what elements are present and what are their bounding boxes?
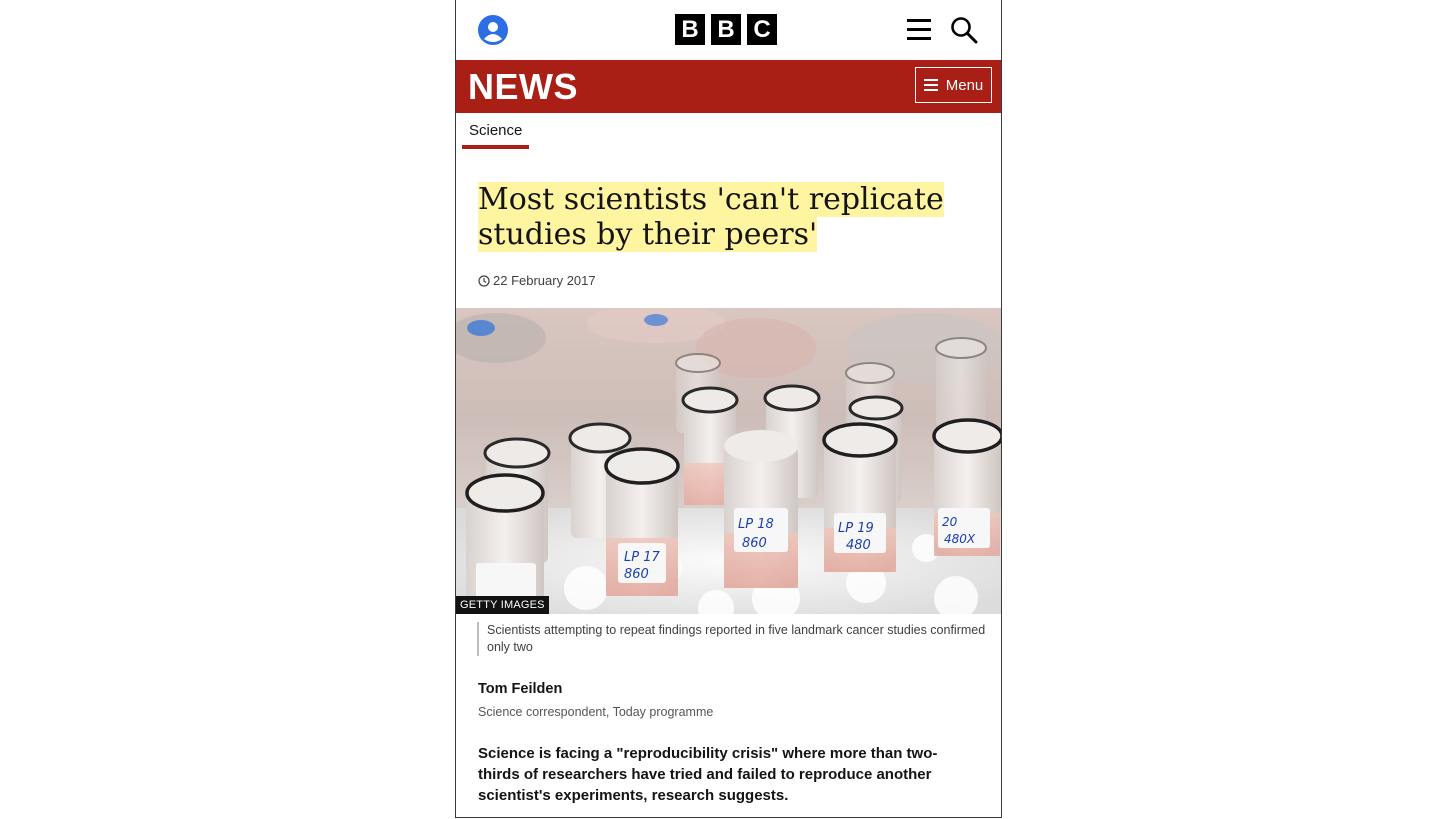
- news-title[interactable]: NEWS: [468, 66, 578, 108]
- search-icon[interactable]: [950, 16, 978, 44]
- section-tab-science[interactable]: Science: [462, 122, 529, 149]
- article-image: LP 17 860 LP 18 860 LP 19 480 20 480X GE…: [456, 308, 1001, 614]
- tube-label: LP 19: [838, 521, 874, 536]
- lab-vials-photo: LP 17 860 LP 18 860 LP 19 480 20 480X: [456, 308, 1001, 614]
- article-headline: Most scientists 'can't replicate studies…: [478, 182, 978, 252]
- menu-label: Menu: [945, 76, 984, 94]
- tube-label: 860: [624, 567, 649, 582]
- tube-label: LP 18: [738, 517, 774, 532]
- menu-button[interactable]: Menu: [915, 67, 992, 103]
- clock-icon: [478, 274, 490, 287]
- bbc-logo[interactable]: B B C: [675, 14, 777, 45]
- image-credit: GETTY IMAGES: [456, 596, 549, 614]
- mobile-page: B B C NEWS Menu Science Most scientists …: [455, 0, 1002, 818]
- article-intro: Science is facing a "reproducibility cri…: [478, 745, 938, 804]
- top-bar: B B C: [456, 0, 1001, 60]
- image-caption: Scientists attempting to repeat findings…: [477, 622, 987, 656]
- hamburger-icon: [923, 76, 938, 94]
- logo-letter: B: [675, 14, 705, 45]
- date-text: 22 February 2017: [493, 273, 596, 288]
- news-banner: NEWS Menu: [456, 60, 1001, 113]
- article-date: 22 February 2017: [478, 273, 596, 288]
- tube-label: 480: [846, 538, 871, 553]
- logo-letter: C: [747, 14, 777, 45]
- tube-label: 480X: [944, 532, 976, 546]
- headline-text: Most scientists 'can't replicate studies…: [478, 182, 944, 252]
- hamburger-icon[interactable]: [907, 19, 931, 41]
- account-icon[interactable]: [478, 15, 508, 45]
- tube-label: 860: [742, 536, 767, 551]
- author-name: Tom Feilden: [478, 681, 563, 697]
- tube-label: 20: [942, 515, 958, 529]
- tube-label: LP 17: [624, 550, 660, 565]
- logo-letter: B: [711, 14, 741, 45]
- author-role: Science correspondent, Today programme: [478, 705, 714, 719]
